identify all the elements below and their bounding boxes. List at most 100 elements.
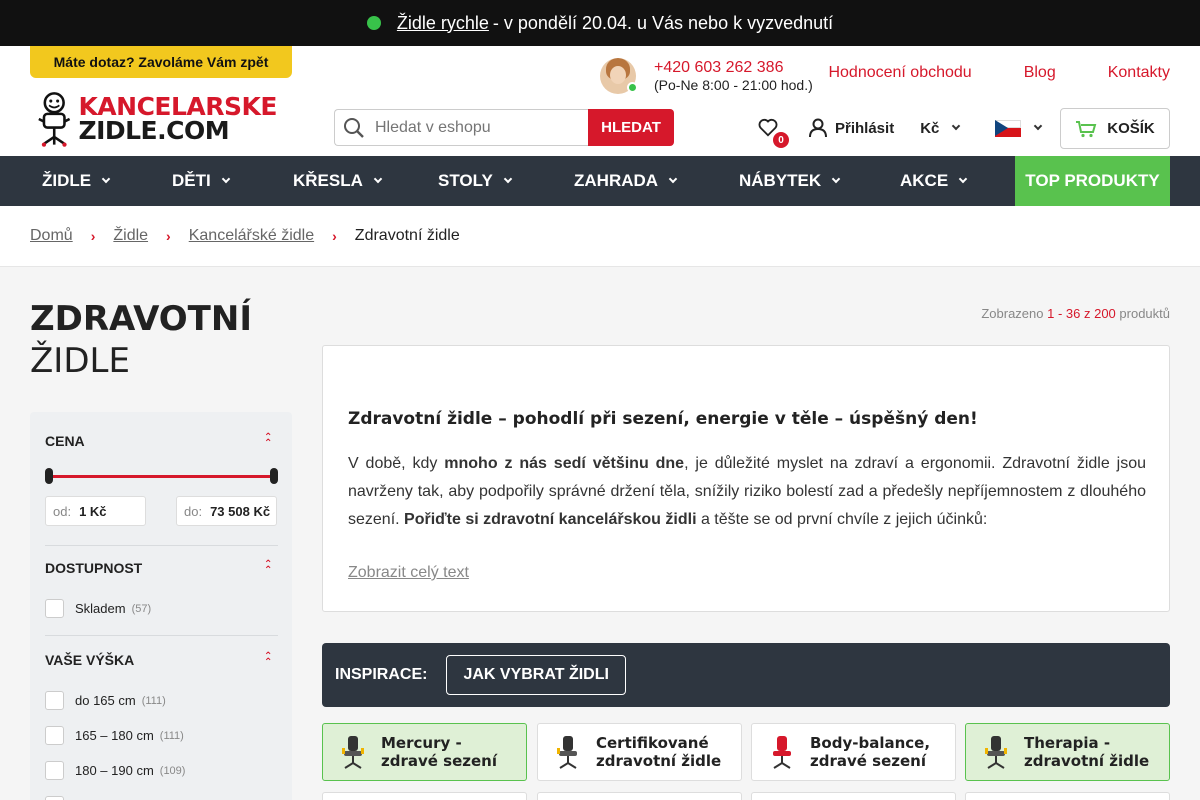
czech-flag-icon[interactable] bbox=[995, 119, 1022, 137]
category-tile[interactable] bbox=[751, 792, 956, 800]
cart-label: KOŠÍK bbox=[1107, 120, 1155, 137]
login-button[interactable]: Přihlásit bbox=[809, 118, 894, 138]
user-icon bbox=[809, 118, 827, 138]
collapse-icon[interactable]: ⌃ ⌃ bbox=[264, 560, 272, 576]
chevron-right-icon: › bbox=[90, 228, 96, 244]
chair-mascot-icon bbox=[38, 92, 71, 147]
delivery-text: - v pondělí 20.04. u Vás nebo k vyzvednu… bbox=[492, 12, 834, 33]
breadcrumb-zidle[interactable]: Židle bbox=[113, 227, 148, 245]
nav-item-stoly[interactable]: STOLY bbox=[438, 156, 513, 206]
collapse-icon[interactable]: ⌃ ⌃ bbox=[264, 652, 272, 668]
checkbox[interactable] bbox=[45, 726, 64, 745]
search-bar: HLEDAT bbox=[334, 109, 674, 146]
nav-item-akce[interactable]: AKCE bbox=[900, 156, 968, 206]
online-indicator-icon bbox=[627, 82, 638, 93]
filter-option-skladem[interactable]: Skladem (57) bbox=[45, 599, 151, 618]
chevron-down-icon[interactable] bbox=[1034, 121, 1043, 131]
wishlist-count-badge: 0 bbox=[773, 132, 789, 148]
page-title-line2: ŽIDLE bbox=[30, 341, 130, 381]
link-blog[interactable]: Blog bbox=[1024, 64, 1056, 82]
show-full-text-link[interactable]: Zobrazit celý text bbox=[348, 564, 469, 582]
price-slider-track bbox=[48, 475, 275, 478]
chevron-down-icon bbox=[668, 174, 678, 184]
checkbox[interactable] bbox=[45, 796, 64, 800]
inspiration-label: INSPIRACE: bbox=[335, 666, 428, 683]
category-tile-mercury[interactable]: Mercury - zdravé sezení bbox=[322, 723, 527, 781]
chevron-right-icon: › bbox=[166, 228, 171, 244]
product-count-range: 1 - 36 z 200 bbox=[1047, 306, 1116, 321]
breadcrumb-home[interactable]: Domů bbox=[30, 227, 73, 245]
search-field[interactable] bbox=[334, 109, 588, 146]
filter-option-height-3[interactable]: 180 – 190 cm (109) bbox=[45, 761, 185, 780]
fast-delivery-link[interactable]: Židle rychle bbox=[397, 13, 489, 34]
price-to-field[interactable]: do: 73 508 Kč bbox=[176, 496, 277, 526]
search-input[interactable] bbox=[375, 118, 575, 137]
category-description: Zdravotní židle – pohodlí při sezení, en… bbox=[322, 345, 1170, 612]
breadcrumb-current: Zdravotní židle bbox=[354, 227, 460, 244]
inspiration-bar: INSPIRACE: JAK VYBRAT ŽIDLI bbox=[322, 643, 1170, 707]
category-tile-body-balance[interactable]: Body-balance, zdravé sezení bbox=[751, 723, 956, 781]
announcement-bar: Židle rychle - v pondělí 20.04. u Vás ne… bbox=[0, 0, 1200, 46]
category-tile[interactable] bbox=[965, 792, 1170, 800]
category-tile-therapia[interactable]: Therapia - zdravotní židle bbox=[965, 723, 1170, 781]
description-text: V době, kdy mnoho z nás sedí většinu dne… bbox=[348, 455, 1146, 528]
nav-item-kresla[interactable]: KŘESLA bbox=[293, 156, 383, 206]
filter-height-title[interactable]: VAŠE VÝŠKA bbox=[45, 652, 134, 668]
cart-icon bbox=[1076, 120, 1097, 137]
page-title-line1: ZDRAVOTNÍ bbox=[30, 299, 252, 339]
chair-icon bbox=[985, 736, 1007, 769]
filter-availability-title[interactable]: DOSTUPNOST bbox=[45, 560, 142, 576]
chevron-down-icon bbox=[503, 174, 513, 184]
link-reviews[interactable]: Hodnocení obchodu bbox=[828, 64, 971, 82]
filter-price-title[interactable]: CENA bbox=[45, 433, 85, 449]
main-nav: ŽIDLE DĚTI KŘESLA STOLY ZAHRADA NÁBYTEK … bbox=[0, 156, 1200, 206]
site-header: Máte dotaz? Zavoláme Vám zpět KANCELARSK… bbox=[0, 46, 1200, 156]
header-actions: 0 Přihlásit Kč bbox=[757, 108, 1043, 148]
description-heading: Zdravotní židle – pohodlí při sezení, en… bbox=[348, 409, 978, 429]
category-tile[interactable] bbox=[537, 792, 742, 800]
nav-item-zahrada[interactable]: ZAHRADA bbox=[574, 156, 678, 206]
checkbox[interactable] bbox=[45, 599, 64, 618]
search-icon bbox=[344, 117, 364, 138]
price-from-field[interactable]: od: 1 Kč bbox=[45, 496, 146, 526]
filter-option-height-1[interactable]: do 165 cm (111) bbox=[45, 691, 166, 710]
breadcrumb: Domů › Židle › Kancelářské židle › Zdrav… bbox=[0, 206, 1200, 267]
nav-top-products[interactable]: TOP PRODUKTY bbox=[1015, 156, 1170, 206]
how-to-choose-button[interactable]: JAK VYBRAT ŽIDLI bbox=[446, 655, 626, 695]
price-slider-max-handle[interactable] bbox=[270, 468, 278, 484]
category-tile-certified[interactable]: Certifikované zdravotní židle bbox=[537, 723, 742, 781]
cart-button[interactable]: KOŠÍK bbox=[1060, 108, 1170, 149]
login-label: Přihlásit bbox=[835, 119, 895, 137]
chair-icon bbox=[773, 736, 791, 769]
chair-icon bbox=[557, 736, 577, 769]
chevron-right-icon: › bbox=[332, 228, 337, 244]
link-contacts[interactable]: Kontakty bbox=[1108, 64, 1170, 82]
page-title: ZDRAVOTNÍ ŽIDLE bbox=[30, 298, 252, 382]
breadcrumb-kancelarske[interactable]: Kancelářské židle bbox=[189, 227, 314, 245]
nav-item-deti[interactable]: DĚTI bbox=[172, 156, 230, 206]
nav-item-zidle[interactable]: ŽIDLE bbox=[42, 156, 111, 206]
divider bbox=[45, 635, 278, 636]
chevron-down-icon bbox=[221, 174, 230, 184]
filter-option-height-2[interactable]: 165 – 180 cm (111) bbox=[45, 726, 184, 745]
category-tile[interactable] bbox=[322, 792, 527, 800]
checkbox[interactable] bbox=[45, 761, 64, 780]
status-dot-icon bbox=[366, 16, 381, 30]
nav-item-nabytek[interactable]: NÁBYTEK bbox=[739, 156, 841, 206]
wishlist-button[interactable]: 0 bbox=[757, 116, 789, 148]
chevron-down-icon bbox=[958, 174, 968, 184]
top-links: Hodnocení obchodu Blog Kontakty bbox=[776, 64, 1170, 82]
site-logo[interactable]: KANCELARSKE ZIDLE.COM bbox=[32, 86, 277, 152]
filter-option-height-4[interactable] bbox=[45, 796, 75, 800]
filter-sidebar: CENA ⌃ ⌃ od: 1 Kč do: 73 508 Kč DOSTUPNOST … bbox=[30, 412, 292, 800]
chevron-down-icon bbox=[373, 174, 383, 184]
search-button[interactable]: HLEDAT bbox=[588, 109, 674, 146]
checkbox[interactable] bbox=[45, 691, 64, 710]
chair-icon bbox=[342, 736, 364, 769]
collapse-icon[interactable]: ⌃ ⌃ bbox=[264, 433, 272, 449]
price-slider-min-handle[interactable] bbox=[45, 468, 53, 484]
currency-value: Kč bbox=[920, 119, 940, 137]
currency-select[interactable]: Kč bbox=[920, 119, 961, 137]
chevron-down-icon bbox=[831, 174, 841, 184]
callback-button[interactable]: Máte dotaz? Zavoláme Vám zpět bbox=[30, 46, 292, 78]
